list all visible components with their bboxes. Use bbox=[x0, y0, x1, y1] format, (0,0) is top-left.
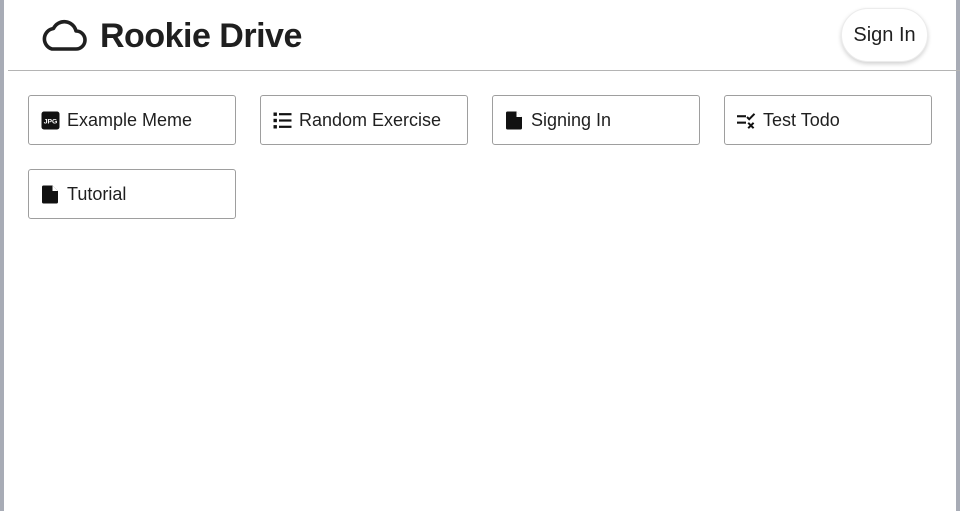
file-name: Random Exercise bbox=[299, 109, 442, 130]
file-name: Example Meme bbox=[67, 109, 193, 130]
jpg-file-icon: JPG bbox=[41, 111, 60, 130]
file-name: Tutorial bbox=[67, 183, 127, 204]
document-icon bbox=[41, 185, 60, 204]
file-card-signing-in[interactable]: Signing In bbox=[492, 95, 700, 145]
document-icon bbox=[505, 111, 524, 130]
app-window: Rookie Drive Sign In JPG Example Meme Ra… bbox=[0, 0, 960, 511]
file-card-example-meme[interactable]: JPG Example Meme bbox=[28, 95, 236, 145]
file-name: Test Todo bbox=[763, 109, 840, 130]
brand[interactable]: Rookie Drive bbox=[39, 12, 302, 60]
header: Rookie Drive Sign In bbox=[8, 0, 960, 71]
checklist-icon bbox=[737, 111, 756, 130]
app-title: Rookie Drive bbox=[100, 16, 302, 55]
sign-in-button[interactable]: Sign In bbox=[841, 8, 928, 62]
file-card-random-exercise[interactable]: Random Exercise bbox=[260, 95, 468, 145]
file-card-test-todo[interactable]: Test Todo bbox=[724, 95, 932, 145]
file-card-tutorial[interactable]: Tutorial bbox=[28, 169, 236, 219]
list-icon bbox=[273, 111, 292, 130]
svg-text:JPG: JPG bbox=[44, 118, 58, 125]
cloud-icon bbox=[39, 12, 87, 60]
file-name: Signing In bbox=[531, 109, 612, 130]
